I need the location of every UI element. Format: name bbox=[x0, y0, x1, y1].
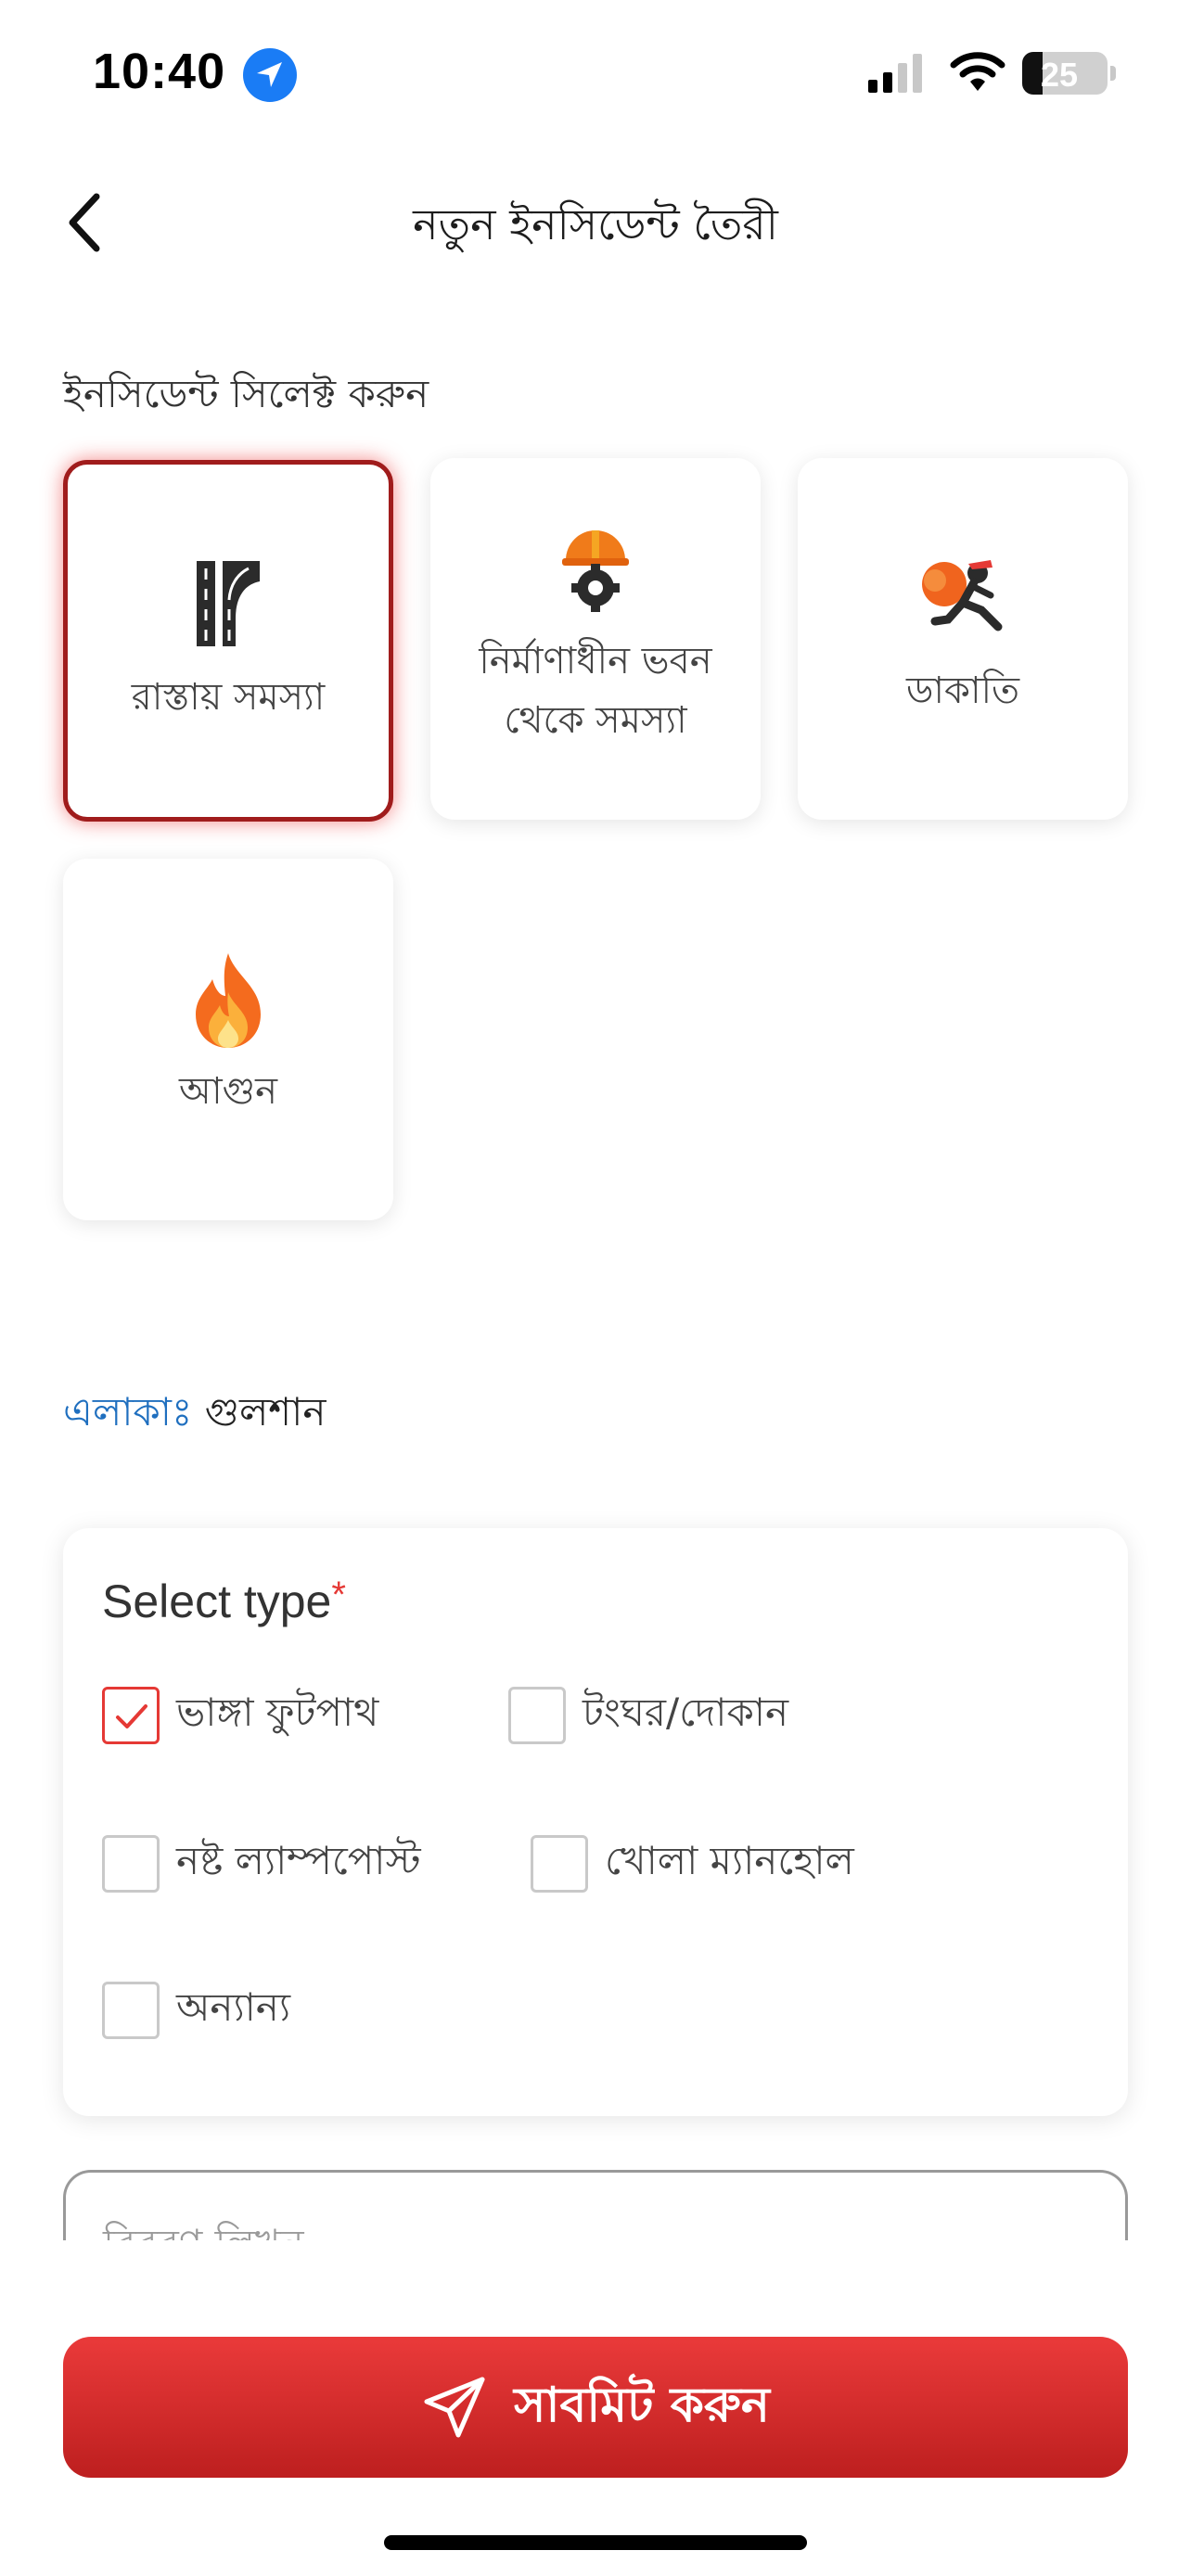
checkbox[interactable] bbox=[102, 1981, 160, 2039]
hardhat-gear-icon bbox=[430, 523, 761, 612]
status-bar: 10:40 25 bbox=[0, 0, 1191, 148]
checkmark-icon bbox=[116, 1703, 147, 1728]
type-option-open-manhole[interactable]: খোলা ম্যানহোল bbox=[531, 1830, 854, 1896]
status-time: 10:40 bbox=[93, 44, 226, 99]
type-option-other[interactable]: অন্যান্য bbox=[102, 1977, 290, 2043]
signal-bars-icon bbox=[868, 54, 928, 96]
incident-card-road-problem[interactable]: রাস্তায় সমস্যা bbox=[63, 460, 393, 822]
incident-section-label: ইনসিডেন্ট সিলেক্ট করুন bbox=[63, 371, 429, 416]
wifi-icon bbox=[950, 48, 1005, 96]
road-icon bbox=[68, 557, 389, 650]
incident-card-label: রাস্তায় সমস্যা bbox=[131, 676, 326, 719]
area-label: এলাকাঃ bbox=[63, 1389, 193, 1435]
fire-icon bbox=[63, 951, 393, 1050]
type-option-label: অন্যান্য bbox=[176, 1984, 291, 2030]
type-option-broken-lamppost[interactable]: নষ্ট ল্যাম্পপোস্ট bbox=[102, 1830, 421, 1896]
scroll-mask bbox=[0, 2240, 1191, 2324]
type-option-label: খোলা ম্যানহোল bbox=[605, 1838, 854, 1883]
select-type-title: Select type* bbox=[102, 1575, 346, 1628]
submit-button[interactable]: সাবমিট করুন bbox=[63, 2337, 1128, 2478]
checkbox[interactable] bbox=[531, 1834, 588, 1893]
send-icon bbox=[421, 2374, 488, 2441]
incident-card-label-line-1: নির্মাণাধীন ভবন bbox=[479, 640, 712, 682]
robber-icon bbox=[798, 555, 1128, 638]
incident-card-fire[interactable]: আগুন bbox=[63, 859, 393, 1220]
type-option-label: টংঘর/দোকান bbox=[583, 1690, 789, 1735]
submit-label: সাবমিট করুন bbox=[514, 2377, 770, 2433]
location-arrow-icon bbox=[243, 48, 297, 102]
checkbox[interactable] bbox=[102, 1834, 160, 1893]
incident-card-label: আগুন bbox=[178, 1070, 277, 1113]
checkbox-checked[interactable] bbox=[102, 1686, 160, 1744]
type-option-broken-footpath[interactable]: ভাঙ্গা ফুটপাথ bbox=[102, 1682, 378, 1748]
incident-card-label: ডাকাতি bbox=[905, 670, 1020, 712]
battery-icon: 25 bbox=[1022, 52, 1108, 95]
incident-card-robbery[interactable]: ডাকাতি bbox=[798, 458, 1128, 820]
incident-card-construction[interactable]: নির্মাণাধীন ভবন থেকে সমস্যা bbox=[430, 458, 761, 820]
battery-level: 25 bbox=[1041, 56, 1079, 94]
checkbox[interactable] bbox=[508, 1686, 566, 1744]
required-mark: * bbox=[331, 1575, 346, 1615]
type-option-label: ভাঙ্গা ফুটপাথ bbox=[176, 1690, 379, 1735]
select-type-panel: Select type* ভাঙ্গা ফুটপাথ টংঘর/দোকান নষ… bbox=[63, 1528, 1128, 2116]
area-value: গুলশান bbox=[204, 1389, 327, 1435]
home-indicator bbox=[384, 2535, 807, 2550]
select-type-title-text: Select type bbox=[102, 1575, 332, 1627]
incident-card-label-line-2: থেকে সমস্যা bbox=[504, 699, 687, 742]
type-option-stall-shop[interactable]: টংঘর/দোকান bbox=[508, 1682, 788, 1748]
area-row: এলাকাঃ গুলশান bbox=[63, 1382, 326, 1447]
page-title: নতুন ইনসিডেন্ট তৈরী bbox=[413, 199, 778, 249]
type-option-label: নষ্ট ল্যাম্পপোস্ট bbox=[176, 1838, 421, 1883]
